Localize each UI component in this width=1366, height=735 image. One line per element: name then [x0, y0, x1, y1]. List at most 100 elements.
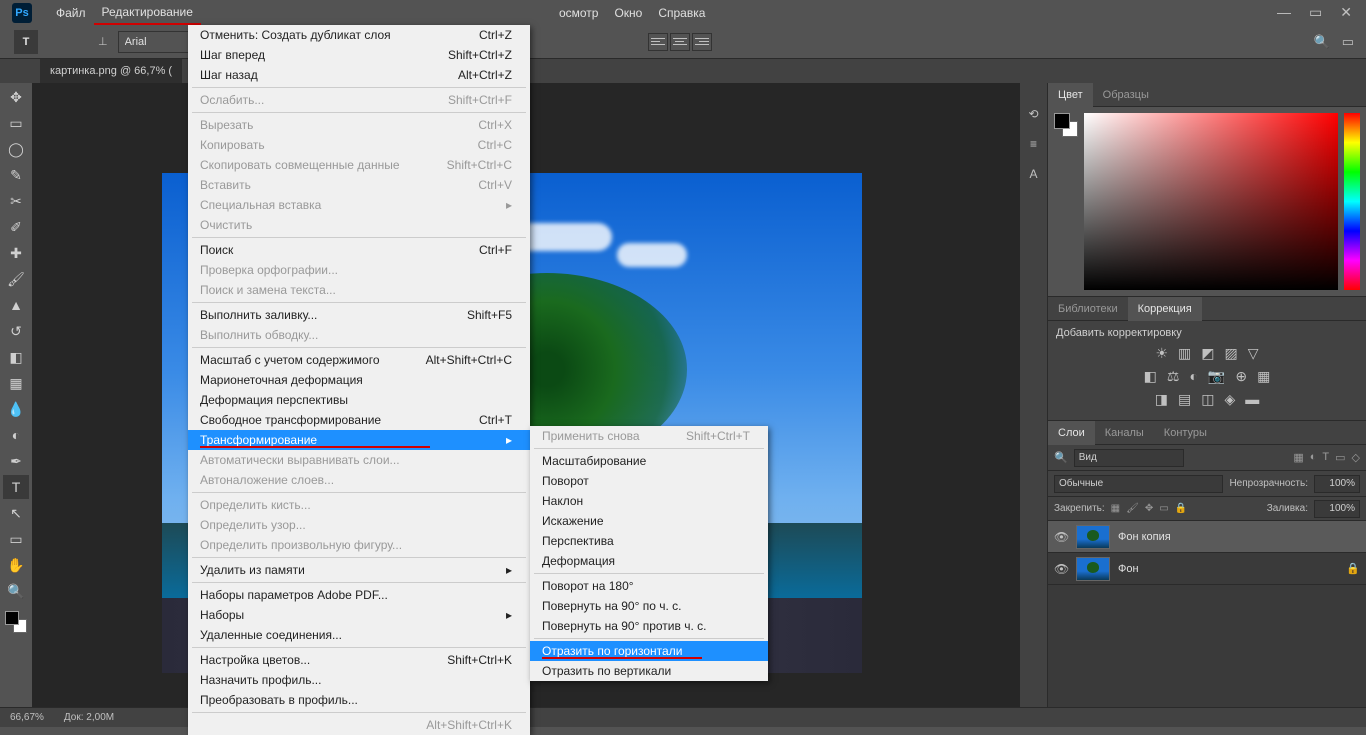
layer-name[interactable]: Фон копия	[1118, 531, 1171, 543]
menu-file[interactable]: Файл	[48, 2, 94, 24]
levels-icon[interactable]: ▥	[1178, 345, 1191, 362]
stamp-tool-icon[interactable]: ▲	[3, 293, 29, 317]
menu-item[interactable]: Отразить по вертикали	[530, 661, 768, 681]
lock-image-icon[interactable]: 🖌	[1126, 503, 1139, 514]
path-select-tool-icon[interactable]: ↖	[3, 501, 29, 525]
menu-window[interactable]: Окно	[606, 2, 650, 24]
history-icon[interactable]: ⟲	[1028, 107, 1038, 121]
visibility-icon[interactable]: 👁	[1054, 530, 1068, 544]
marquee-tool-icon[interactable]: ▭	[3, 111, 29, 135]
swatches-tab[interactable]: Образцы	[1093, 83, 1159, 107]
menu-help[interactable]: Справка	[650, 2, 713, 24]
menu-item[interactable]: Поворот	[530, 471, 768, 491]
color-swatch[interactable]	[5, 611, 27, 633]
menu-item[interactable]: Трансформирование▸	[188, 430, 530, 450]
menu-item[interactable]: Наборы▸	[188, 605, 530, 625]
menu-item[interactable]: Масштаб с учетом содержимогоAlt+Shift+Ct…	[188, 350, 530, 370]
color-fg-bg[interactable]	[1054, 113, 1078, 137]
vibrance-icon[interactable]: ▽	[1248, 345, 1259, 362]
invert-icon[interactable]: ◨	[1155, 391, 1168, 408]
menu-item[interactable]: Марионеточная деформация	[188, 370, 530, 390]
minimize-icon[interactable]: —	[1277, 4, 1291, 21]
menu-edit[interactable]: Редактирование	[94, 1, 201, 25]
libraries-tab[interactable]: Библиотеки	[1048, 297, 1128, 321]
layer-thumbnail[interactable]	[1076, 557, 1110, 581]
color-tab[interactable]: Цвет	[1048, 83, 1093, 107]
hue-icon[interactable]: ◧	[1144, 368, 1157, 385]
lock-transparency-icon[interactable]: ▦	[1111, 503, 1120, 514]
properties-icon[interactable]: ≡	[1030, 137, 1037, 151]
layer-filter-select[interactable]	[1074, 449, 1184, 467]
menu-item[interactable]: Деформация	[530, 551, 768, 571]
history-brush-tool-icon[interactable]: ↺	[3, 319, 29, 343]
balance-icon[interactable]: ⚖	[1167, 368, 1180, 385]
channels-tab[interactable]: Каналы	[1095, 421, 1154, 445]
dodge-tool-icon[interactable]: ◐	[3, 423, 29, 447]
menu-item[interactable]: Деформация перспективы	[188, 390, 530, 410]
workspace-icon[interactable]: ▭	[1342, 34, 1354, 50]
filter-pixel-icon[interactable]: ▦	[1293, 451, 1303, 464]
menu-item[interactable]: Перспектива	[530, 531, 768, 551]
menu-item[interactable]: Шаг впередShift+Ctrl+Z	[188, 45, 530, 65]
doc-size[interactable]: Док: 2,00M	[64, 712, 114, 723]
hand-tool-icon[interactable]: ✋	[3, 553, 29, 577]
threshold-icon[interactable]: ◫	[1201, 391, 1214, 408]
character-icon[interactable]: A	[1029, 167, 1037, 181]
crop-tool-icon[interactable]: ✂	[3, 189, 29, 213]
eyedropper-tool-icon[interactable]: ✐	[3, 215, 29, 239]
align-right-icon[interactable]	[692, 33, 712, 51]
align-center-icon[interactable]	[670, 33, 690, 51]
layer-row[interactable]: 👁 Фон копия	[1048, 521, 1366, 553]
layer-thumbnail[interactable]	[1076, 525, 1110, 549]
lasso-tool-icon[interactable]: ◯	[3, 137, 29, 161]
blur-tool-icon[interactable]: 💧	[3, 397, 29, 421]
brightness-icon[interactable]: ☀	[1155, 345, 1168, 362]
tool-preset-icon[interactable]: T	[14, 30, 38, 54]
visibility-icon[interactable]: 👁	[1054, 562, 1068, 576]
menu-item[interactable]: Повернуть на 90° против ч. с.	[530, 616, 768, 636]
menu-item[interactable]: Отразить по горизонтали	[530, 641, 768, 661]
zoom-level[interactable]: 66,67%	[10, 712, 44, 723]
menu-item[interactable]: Удалить из памяти▸	[188, 560, 530, 580]
lookup-icon[interactable]: ▦	[1257, 368, 1270, 385]
gradient-tool-icon[interactable]: ▦	[3, 371, 29, 395]
move-tool-icon[interactable]: ✥	[3, 85, 29, 109]
menu-item[interactable]: Настройка цветов...Shift+Ctrl+K	[188, 650, 530, 670]
align-left-icon[interactable]	[648, 33, 668, 51]
posterize-icon[interactable]: ▤	[1178, 391, 1191, 408]
filter-type-icon[interactable]: T	[1322, 451, 1329, 464]
photo-filter-icon[interactable]: 📷	[1208, 368, 1225, 385]
orientation-icon[interactable]: ⊥	[98, 35, 108, 48]
menu-item[interactable]: Выполнить заливку...Shift+F5	[188, 305, 530, 325]
hue-slider[interactable]	[1344, 113, 1360, 290]
close-icon[interactable]: ✕	[1340, 4, 1352, 21]
paths-tab[interactable]: Контуры	[1154, 421, 1217, 445]
menu-item[interactable]: Отменить: Создать дубликат слояCtrl+Z	[188, 25, 530, 45]
brush-tool-icon[interactable]: 🖌	[3, 267, 29, 291]
menu-item[interactable]: Наклон	[530, 491, 768, 511]
shape-tool-icon[interactable]: ▭	[3, 527, 29, 551]
channel-mixer-icon[interactable]: ⊕	[1235, 368, 1247, 385]
layers-tab[interactable]: Слои	[1048, 421, 1095, 445]
menu-view[interactable]: осмотр	[551, 2, 607, 24]
fill-input[interactable]	[1314, 500, 1360, 518]
lock-artboard-icon[interactable]: ▭	[1159, 503, 1168, 514]
bw-icon[interactable]: ◐	[1189, 368, 1197, 385]
type-tool-icon[interactable]: T	[3, 475, 29, 499]
menu-item[interactable]: Свободное трансформированиеCtrl+T	[188, 410, 530, 430]
lock-position-icon[interactable]: ✥	[1145, 503, 1153, 514]
layer-name[interactable]: Фон	[1118, 563, 1139, 575]
opacity-input[interactable]	[1314, 475, 1360, 493]
zoom-tool-icon[interactable]: 🔍	[3, 579, 29, 603]
filter-adjust-icon[interactable]: ◐	[1310, 451, 1317, 464]
lock-all-icon[interactable]: 🔒	[1175, 503, 1187, 514]
menu-item[interactable]: Удаленные соединения...	[188, 625, 530, 645]
layer-row[interactable]: 👁 Фон 🔒	[1048, 553, 1366, 585]
eraser-tool-icon[interactable]: ◧	[3, 345, 29, 369]
menu-item[interactable]: Повернуть на 90° по ч. с.	[530, 596, 768, 616]
menu-item[interactable]: Искажение	[530, 511, 768, 531]
menu-item[interactable]: Масштабирование	[530, 451, 768, 471]
menu-item[interactable]: ПоискCtrl+F	[188, 240, 530, 260]
menu-item[interactable]: Наборы параметров Adobe PDF...	[188, 585, 530, 605]
document-tab[interactable]: картинка.png @ 66,7% (	[40, 59, 182, 83]
